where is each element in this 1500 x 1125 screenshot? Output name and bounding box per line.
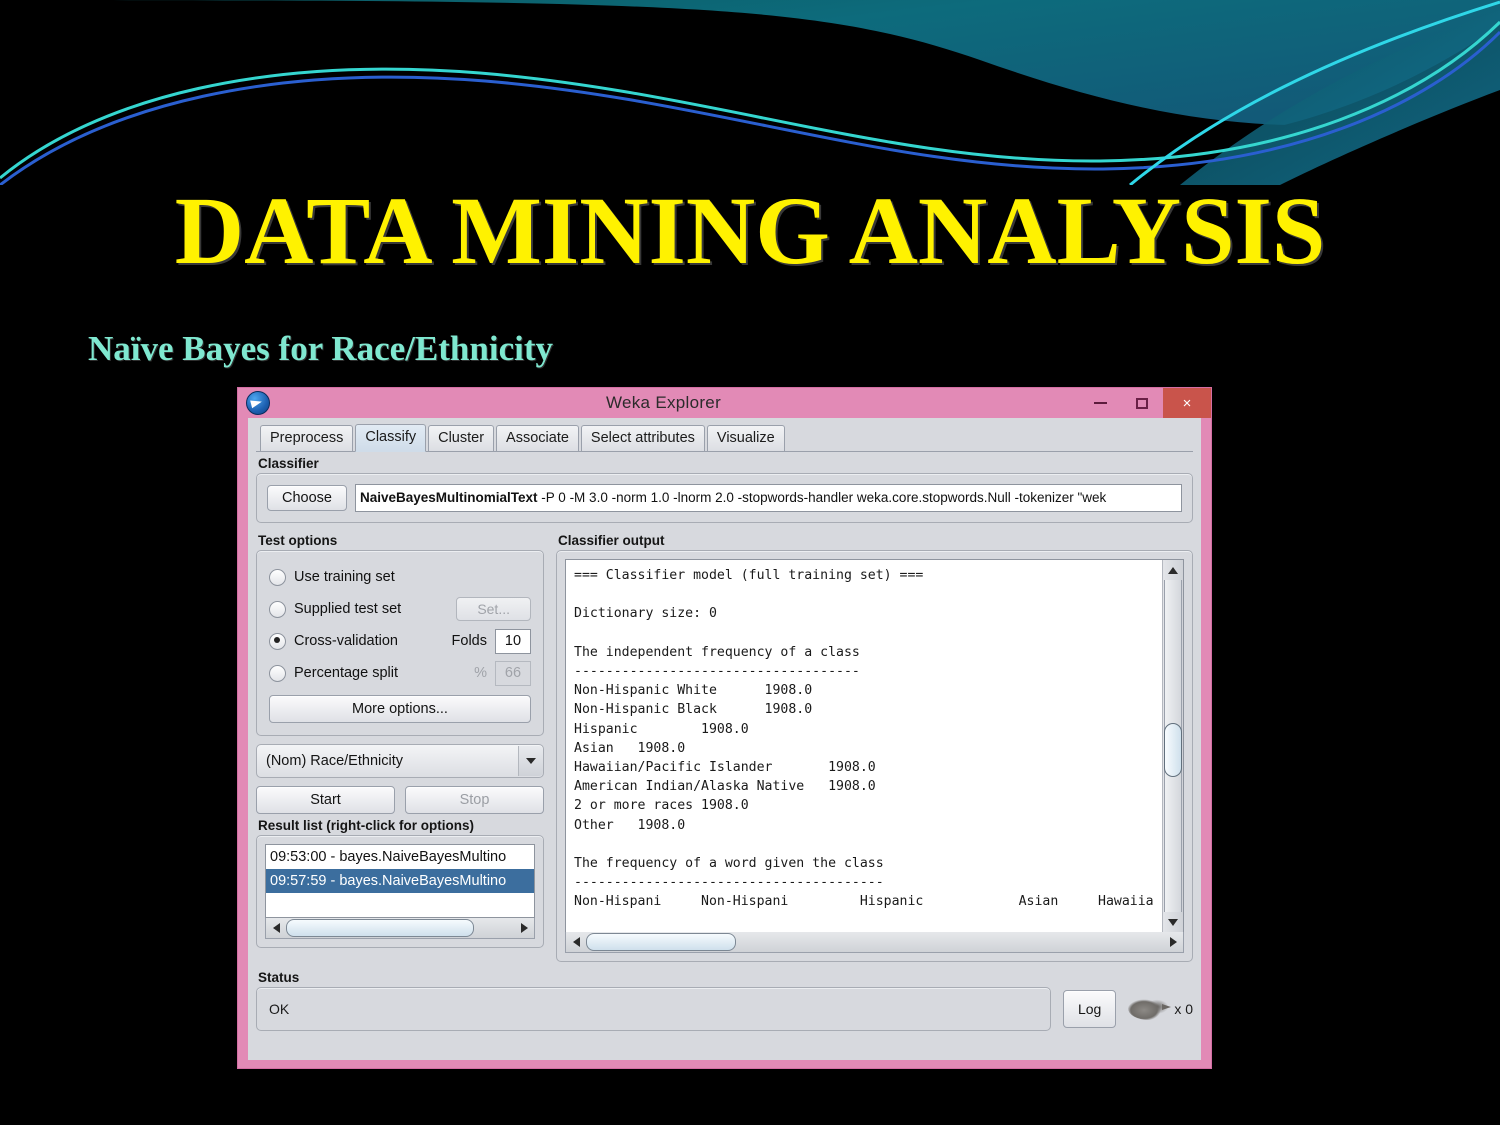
classifier-output-text: === Classifier model (full training set)… [574, 568, 1154, 910]
result-list[interactable]: 09:53:00 - bayes.NaiveBayesMultino 09:57… [265, 844, 535, 918]
percent-input[interactable]: 66 [495, 660, 531, 686]
weka-bird-icon [246, 391, 270, 415]
label-use-training-set: Use training set [294, 569, 395, 585]
minimize-button[interactable] [1079, 388, 1121, 418]
result-list-group-label: Result list (right-click for options) [258, 818, 475, 833]
scroll-left-button[interactable] [566, 933, 586, 951]
option-cross-validation[interactable]: Cross-validation Folds 10 [269, 625, 531, 657]
window-titlebar: Weka Explorer × [238, 388, 1211, 418]
classifier-output-group-label: Classifier output [558, 533, 665, 548]
right-column: Classifier output === Classifier model (… [556, 529, 1193, 962]
page-title: DATA MINING ANALYSIS [174, 177, 1326, 284]
tab-cluster[interactable]: Cluster [428, 424, 495, 451]
vscroll-track[interactable] [1164, 580, 1182, 912]
radio-use-training-set[interactable] [269, 568, 286, 586]
class-attribute-value: (Nom) Race/Ethnicity [266, 753, 403, 769]
explorer-tabbar: Preprocess Classify Cluster Associate Se… [256, 423, 1193, 452]
triangle-left-icon [572, 937, 580, 947]
page-subtitle: Naïve Bayes for Race/Ethnicity [88, 329, 553, 368]
more-options-button[interactable]: More options... [269, 695, 531, 723]
result-list-panel: 09:53:00 - bayes.NaiveBayesMultino 09:57… [256, 835, 544, 948]
weka-kiwi-icon [1128, 998, 1172, 1020]
scroll-thumb[interactable] [1164, 722, 1182, 777]
status-row: OK Log x 0 [256, 987, 1193, 1031]
activity-count: x 0 [1174, 1001, 1193, 1017]
classifier-output-view: === Classifier model (full training set)… [565, 559, 1184, 933]
label-folds: Folds [451, 633, 487, 649]
scroll-left-button[interactable] [266, 919, 286, 937]
option-use-training-set[interactable]: Use training set [269, 561, 531, 593]
folds-input[interactable]: 10 [495, 628, 531, 654]
tab-preprocess[interactable]: Preprocess [260, 424, 354, 451]
radio-cross-validation[interactable] [269, 632, 286, 650]
result-list-hscrollbar[interactable] [265, 918, 535, 939]
choose-button[interactable]: Choose [267, 485, 347, 511]
triangle-up-icon [1168, 566, 1178, 574]
classifier-output-panel: === Classifier model (full training set)… [556, 550, 1193, 962]
classifier-scheme-name: NaiveBayesMultinomialText [359, 490, 538, 505]
scroll-thumb[interactable] [286, 919, 474, 937]
status-message: OK [256, 987, 1051, 1031]
stop-button[interactable]: Stop [405, 786, 544, 814]
maximize-button[interactable] [1121, 388, 1163, 418]
class-attribute-select[interactable]: (Nom) Race/Ethnicity [256, 744, 544, 778]
minimize-icon [1093, 402, 1107, 404]
maximize-icon [1136, 397, 1148, 409]
caret-down-glyph [526, 758, 536, 764]
slide-header-decoration [0, 0, 1500, 185]
status-area: Status OK Log x 0 [256, 970, 1193, 1031]
tab-classify[interactable]: Classify [355, 423, 427, 452]
radio-percentage-split[interactable] [269, 664, 286, 682]
scroll-up-button[interactable] [1164, 560, 1182, 580]
output-vscrollbar[interactable] [1162, 560, 1183, 932]
triangle-right-icon [1169, 937, 1177, 947]
triangle-down-icon [1168, 918, 1178, 926]
label-percent-symbol: % [474, 665, 487, 681]
scroll-right-button[interactable] [514, 919, 534, 937]
close-button[interactable]: × [1163, 388, 1211, 418]
log-button[interactable]: Log [1062, 990, 1117, 1028]
classifier-panel: Choose NaiveBayesMultinomialText -P 0 -M… [256, 473, 1193, 523]
scroll-down-button[interactable] [1164, 912, 1182, 932]
option-supplied-test-set[interactable]: Supplied test set Set... [269, 593, 531, 625]
window-title: Weka Explorer [605, 393, 722, 412]
output-hscrollbar[interactable] [565, 932, 1184, 953]
scroll-right-button[interactable] [1163, 933, 1183, 951]
chevron-down-icon[interactable] [518, 746, 543, 776]
list-item[interactable]: 09:57:59 - bayes.NaiveBayesMultino [266, 869, 534, 893]
status-group-label: Status [258, 970, 300, 985]
tab-select-attributes[interactable]: Select attributes [580, 424, 705, 451]
start-stop-row: Start Stop [256, 786, 544, 814]
test-options-panel: Use training set Supplied test set Set..… [256, 550, 544, 736]
radio-supplied-test-set[interactable] [269, 600, 286, 618]
left-column: Test options Use training set Supplied t… [256, 529, 544, 962]
explorer-body: Test options Use training set Supplied t… [256, 529, 1193, 962]
weka-explorer-window: Weka Explorer × Preprocess Classify Clus… [237, 387, 1212, 1069]
classifier-group-label: Classifier [258, 456, 319, 471]
scroll-thumb[interactable] [586, 933, 736, 951]
weka-activity-indicator: x 0 [1128, 998, 1193, 1020]
label-cross-validation: Cross-validation [294, 633, 398, 649]
classifier-scheme-options: -P 0 -M 3.0 -norm 1.0 -lnorm 2.0 -stopwo… [537, 490, 1107, 505]
list-item[interactable]: 09:53:00 - bayes.NaiveBayesMultino [266, 845, 534, 869]
classifier-command-field[interactable]: NaiveBayesMultinomialText -P 0 -M 3.0 -n… [354, 484, 1182, 512]
start-button[interactable]: Start [256, 786, 395, 814]
triangle-left-icon [272, 923, 280, 933]
tab-visualize[interactable]: Visualize [706, 424, 785, 451]
option-percentage-split[interactable]: Percentage split % 66 [269, 657, 531, 689]
set-button[interactable]: Set... [456, 597, 531, 621]
window-client-area: Preprocess Classify Cluster Associate Se… [248, 418, 1201, 1060]
triangle-right-icon [520, 923, 528, 933]
label-percentage-split: Percentage split [294, 665, 398, 681]
test-options-group-label: Test options [258, 533, 338, 548]
tab-associate[interactable]: Associate [496, 424, 579, 451]
label-supplied-test-set: Supplied test set [294, 601, 402, 617]
